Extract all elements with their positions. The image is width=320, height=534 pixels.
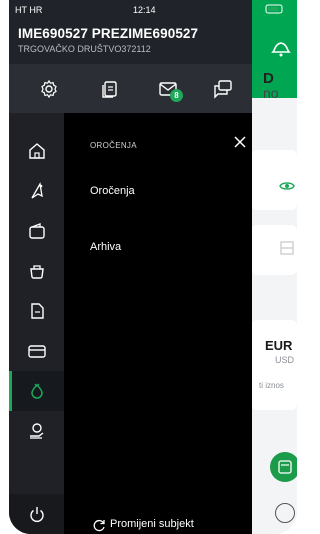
rail-item-savings[interactable] [9, 251, 64, 291]
carrier-label: HT HR [15, 5, 43, 15]
battery-icon [265, 4, 283, 14]
deposit-icon [31, 383, 43, 399]
submenu-item-arhiva[interactable]: Arhiva [90, 241, 121, 253]
settings-button[interactable] [38, 78, 60, 100]
status-bar: HT HR 12:14 [9, 0, 297, 20]
document-icon [31, 303, 44, 319]
unread-badge: 8 [170, 89, 183, 102]
submenu-item-orocenja[interactable]: Oročenja [90, 185, 135, 197]
notification-icon [271, 42, 291, 57]
background-card [251, 320, 297, 410]
submenu-panel: OROČENJA Oročenja Arhiva Promijeni subje… [64, 113, 252, 534]
submenu-title: OROČENJA [90, 141, 137, 150]
chat-button[interactable] [212, 78, 234, 100]
loan-icon [30, 423, 44, 439]
background-peek-text: no [263, 85, 279, 101]
rail-item-payments[interactable] [9, 171, 64, 211]
documents-button[interactable] [99, 78, 121, 100]
amount-label: ti iznos [259, 381, 284, 390]
company-name: TRGOVAČKO DRUŠTVO372112 [18, 44, 151, 54]
gear-icon [41, 79, 57, 99]
phone-screen: D no EUR USD ti iznos HT HR 12:14 IME690… [9, 0, 297, 534]
switch-subject-label: Promijeni subjekt [110, 518, 194, 530]
document-icon [280, 241, 294, 255]
rail-item-deposits[interactable] [9, 371, 64, 411]
refresh-icon [93, 519, 105, 532]
home-icon [29, 143, 45, 159]
payment-icon [31, 182, 43, 199]
rail-item-cards[interactable] [9, 331, 64, 371]
chat-bubble-icon [275, 503, 295, 523]
documents-icon [102, 81, 117, 98]
side-rail [9, 113, 64, 534]
close-icon[interactable] [233, 135, 247, 149]
logout-button[interactable] [9, 494, 64, 534]
savings-pot-icon [30, 265, 44, 279]
navigation-drawer: IME690527 PREZIME690527 TRGOVAČKO DRUŠTV… [9, 0, 252, 534]
currency-label: EUR [265, 338, 293, 353]
wallet-icon [29, 223, 45, 239]
rail-item-loans[interactable] [9, 411, 64, 451]
clock-label: 12:14 [133, 5, 156, 15]
power-icon [30, 507, 44, 522]
messages-button[interactable]: 8 [157, 78, 183, 102]
rail-item-documents[interactable] [9, 291, 64, 331]
calculator-icon [278, 460, 292, 474]
user-name: IME690527 PREZIME690527 [18, 26, 199, 41]
quick-actions-bar: 8 [9, 64, 252, 113]
card-icon [28, 345, 46, 358]
secondary-currency-label: USD [275, 355, 295, 365]
rail-item-home[interactable] [9, 131, 64, 171]
chat-icon [214, 80, 232, 99]
eye-icon [279, 182, 295, 190]
rail-item-accounts[interactable] [9, 211, 64, 251]
